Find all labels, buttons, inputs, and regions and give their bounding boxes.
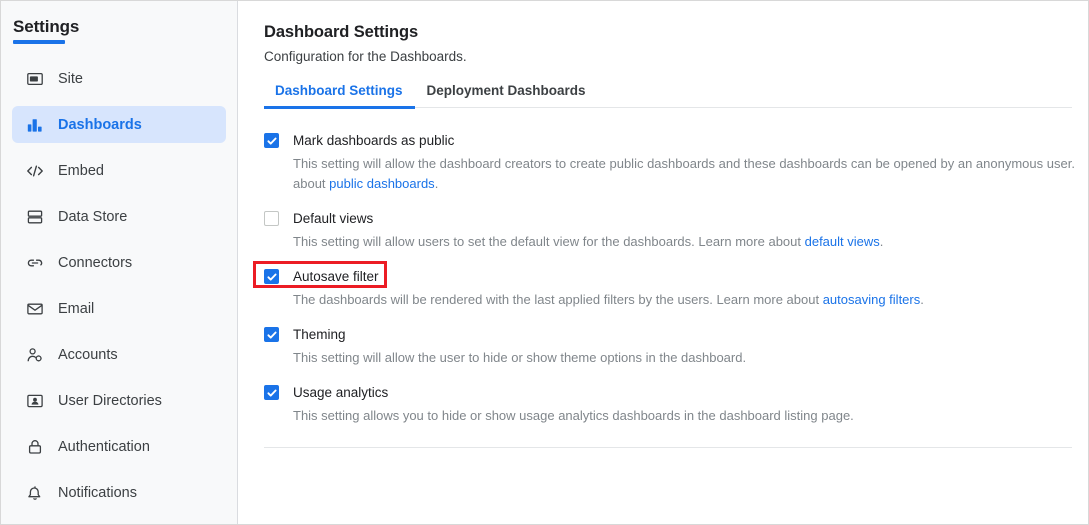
desc-suffix: . — [920, 292, 924, 307]
sidebar-item-label: Site — [58, 70, 83, 87]
sidebar-item-label: Connectors — [58, 254, 133, 271]
setting-row-usage-analytics: Usage analytics This setting allows you … — [264, 385, 1088, 426]
setting-label: Theming — [293, 327, 346, 342]
desc-suffix: . — [879, 234, 884, 249]
setting-label: Usage analytics — [293, 385, 389, 400]
sidebar-title-underline — [13, 40, 65, 44]
desc-prefix: This setting will allow users to set the… — [293, 234, 805, 249]
setting-description-line2: about public dashboards. — [293, 174, 1088, 194]
sidebar: Settings Site Dashboards Embed Data Stor… — [1, 1, 238, 524]
setting-label: Mark dashboards as public — [293, 133, 455, 148]
link-autosaving-filters[interactable]: autosaving filters — [823, 292, 921, 307]
desc-prefix: This setting will allow the user to hide… — [293, 350, 747, 365]
contact-card-icon — [25, 391, 44, 410]
sidebar-item-connectors[interactable]: Connectors — [12, 244, 226, 281]
checkmark-icon — [266, 273, 277, 281]
section-divider — [264, 447, 1072, 448]
setting-header: Usage analytics — [264, 385, 1088, 400]
setting-row-default-views: Default views This setting will allow us… — [264, 211, 1088, 252]
sidebar-item-user-directories[interactable]: User Directories — [12, 382, 226, 419]
sidebar-item-label: Dashboards — [58, 116, 142, 133]
checkbox-theming[interactable] — [264, 327, 279, 342]
envelope-icon — [25, 299, 44, 318]
setting-description: This setting will allow the user to hide… — [293, 348, 1088, 368]
setting-header: Autosave filter — [253, 261, 1088, 288]
bell-icon — [25, 483, 44, 502]
sidebar-nav: Site Dashboards Embed Data Store Connect… — [1, 60, 237, 511]
checkmark-icon — [266, 137, 277, 145]
sidebar-item-label: User Directories — [58, 392, 162, 409]
settings-list: Mark dashboards as public This setting w… — [253, 133, 1088, 426]
setting-header: Default views — [264, 211, 1088, 226]
sidebar-item-dashboards[interactable]: Dashboards — [12, 106, 226, 143]
sidebar-item-label: Accounts — [58, 346, 118, 363]
desc-prefix: about — [293, 176, 330, 191]
setting-label: Default views — [293, 211, 374, 226]
checkbox-default-views[interactable] — [264, 211, 279, 226]
sidebar-item-label: Email — [58, 300, 95, 317]
page-subtitle: Configuration for the Dashboards. — [264, 49, 467, 64]
sidebar-item-label: Data Store — [58, 208, 128, 225]
sidebar-item-label: Embed — [58, 162, 104, 179]
page-title: Dashboard Settings — [264, 23, 419, 41]
checkbox-autosave-filter[interactable] — [264, 269, 279, 284]
sidebar-item-embed[interactable]: Embed — [12, 152, 226, 189]
setting-row-autosave-filter: Autosave filter The dashboards will be r… — [253, 261, 1088, 310]
setting-label: Autosave filter — [293, 269, 379, 284]
url-box-icon — [25, 69, 44, 88]
checkmark-icon — [266, 331, 277, 339]
settings-page: Settings Site Dashboards Embed Data Stor… — [0, 0, 1089, 525]
setting-row-theming: Theming This setting will allow the user… — [264, 327, 1088, 368]
code-brackets-icon — [25, 161, 44, 180]
link-default-views[interactable]: default views — [805, 234, 880, 249]
checkmark-icon — [266, 389, 277, 397]
setting-description: This setting will allow the dashboard cr… — [293, 154, 1088, 194]
tab-bar: Dashboard Settings Deployment Dashboards — [264, 83, 1072, 109]
setting-description-line1: This setting will allow the dashboard cr… — [293, 156, 1075, 171]
setting-description: This setting will allow users to set the… — [293, 232, 1088, 252]
main-content: Dashboard Settings Configuration for the… — [238, 1, 1088, 524]
sidebar-title: Settings — [13, 17, 80, 36]
setting-description: The dashboards will be rendered with the… — [293, 290, 1088, 310]
sidebar-item-authentication[interactable]: Authentication — [12, 428, 226, 465]
sidebar-item-label: Notifications — [58, 484, 137, 501]
sidebar-item-site[interactable]: Site — [12, 60, 226, 97]
desc-suffix: . — [434, 176, 439, 191]
checkbox-mark-dashboards-as-public[interactable] — [264, 133, 279, 148]
link-public-dashboards[interactable]: public dashboards — [329, 176, 435, 191]
tab-dashboard-settings[interactable]: Dashboard Settings — [264, 83, 415, 109]
checkbox-usage-analytics[interactable] — [264, 385, 279, 400]
desc-prefix: The dashboards will be rendered with the… — [293, 292, 823, 307]
setting-row-mark-dashboards-as-public: Mark dashboards as public This setting w… — [264, 133, 1088, 194]
bar-chart-icon — [25, 115, 44, 134]
person-gear-icon — [25, 345, 44, 364]
sidebar-item-notifications[interactable]: Notifications — [12, 474, 226, 511]
sidebar-item-email[interactable]: Email — [12, 290, 226, 327]
sidebar-item-label: Authentication — [58, 438, 150, 455]
desc-prefix: This setting allows you to hide or show … — [293, 408, 854, 423]
sidebar-header: Settings — [1, 11, 237, 44]
database-stack-icon — [25, 207, 44, 226]
setting-header: Theming — [264, 327, 1088, 342]
lock-icon — [25, 437, 44, 456]
setting-description: This setting allows you to hide or show … — [293, 406, 1088, 426]
sidebar-item-data-store[interactable]: Data Store — [12, 198, 226, 235]
tab-deployment-dashboards[interactable]: Deployment Dashboards — [415, 83, 598, 107]
setting-header: Mark dashboards as public — [264, 133, 1088, 148]
sidebar-item-accounts[interactable]: Accounts — [12, 336, 226, 373]
link-icon — [25, 253, 44, 272]
